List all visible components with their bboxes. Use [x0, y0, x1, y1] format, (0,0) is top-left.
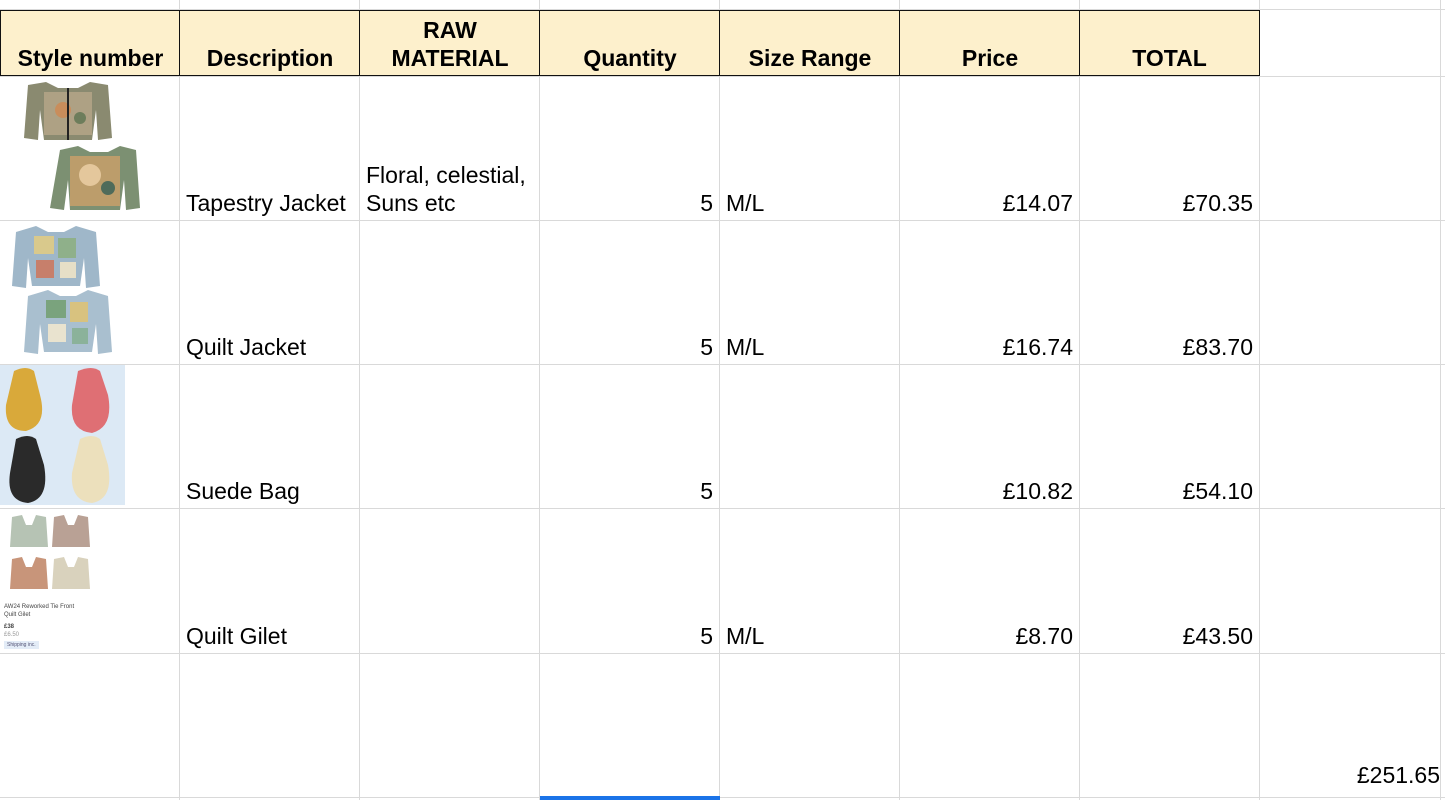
quantity-text: 5 [700, 623, 713, 649]
total-text: £70.35 [1182, 190, 1253, 216]
grid-line [1440, 0, 1441, 800]
price-text: £8.70 [1015, 623, 1073, 649]
total-cell[interactable]: £43.50 [1080, 509, 1259, 653]
description-text: Tapestry Jacket [186, 190, 346, 216]
header-style-number[interactable]: Style number [0, 10, 181, 76]
grid-line [1259, 0, 1260, 800]
header-description[interactable]: Description [179, 10, 361, 76]
total-cell[interactable]: £54.10 [1080, 365, 1259, 508]
description-text: Quilt Gilet [186, 623, 287, 649]
header-label: MATERIAL [391, 45, 509, 71]
header-raw-material[interactable]: RAW MATERIAL [359, 10, 541, 76]
quilt-gilet-thumbnail[interactable]: AW24 Reworked Tie Front Quilt Gilet £38 … [4, 513, 114, 651]
grand-total-cell[interactable]: £251.65 [1260, 762, 1440, 789]
price-text: £14.07 [1002, 190, 1073, 216]
header-quantity[interactable]: Quantity [539, 10, 721, 76]
total-cell[interactable]: £70.35 [1080, 77, 1259, 220]
image-badge: Shipping inc. [4, 641, 39, 649]
grid-line [0, 797, 1445, 798]
quantity-text: 5 [700, 334, 713, 360]
grid-line [0, 653, 1445, 654]
description-cell[interactable]: Quilt Gilet [180, 509, 359, 653]
price-cell[interactable]: £10.82 [900, 365, 1079, 508]
size-range-text: M/L [726, 623, 765, 649]
total-cell[interactable]: £83.70 [1080, 221, 1259, 364]
header-label: Price [961, 45, 1019, 71]
selected-cell-indicator [540, 796, 720, 800]
price-text: £16.74 [1002, 334, 1073, 360]
total-text: £43.50 [1182, 623, 1253, 649]
header-label: TOTAL [1132, 45, 1207, 71]
size-range-cell[interactable]: M/L [720, 77, 899, 220]
size-range-text: M/L [726, 334, 765, 360]
quantity-text: 5 [700, 190, 713, 216]
header-label: Size Range [748, 45, 872, 71]
quilt-jacket-thumbnail[interactable] [8, 224, 128, 359]
quantity-cell[interactable]: 5 [540, 509, 719, 653]
description-cell[interactable]: Quilt Jacket [180, 221, 359, 364]
header-label: Description [206, 45, 334, 71]
price-cell[interactable]: £8.70 [900, 509, 1079, 653]
raw-material-cell[interactable] [360, 509, 539, 653]
raw-material-cell[interactable]: Floral, celestial, Suns etc [360, 77, 539, 220]
header-total[interactable]: TOTAL [1079, 10, 1260, 76]
quantity-cell[interactable]: 5 [540, 221, 719, 364]
header-label: Quantity [583, 45, 677, 71]
price-text: £10.82 [1002, 478, 1073, 504]
description-cell[interactable]: Suede Bag [180, 365, 359, 508]
size-range-cell[interactable]: M/L [720, 509, 899, 653]
suede-bag-thumbnail[interactable] [0, 365, 125, 505]
size-range-cell[interactable] [720, 365, 899, 508]
description-cell[interactable]: Tapestry Jacket [180, 77, 359, 220]
total-text: £54.10 [1182, 478, 1253, 504]
description-text: Suede Bag [186, 478, 300, 504]
raw-material-cell[interactable] [360, 221, 539, 364]
quantity-text: 5 [700, 478, 713, 504]
tapestry-jacket-thumbnail[interactable] [8, 80, 148, 215]
raw-material-text: Floral, celestial, [366, 162, 526, 188]
header-label: RAW [423, 17, 477, 43]
image-subprice: £6.50 [4, 632, 20, 638]
raw-material-cell[interactable] [360, 365, 539, 508]
raw-material-text: Suns etc [366, 190, 456, 216]
header-price[interactable]: Price [899, 10, 1081, 76]
image-caption-line: Quilt Gilet [4, 612, 31, 618]
image-caption-line: AW24 Reworked Tie Front [4, 604, 75, 610]
size-range-cell[interactable]: M/L [720, 221, 899, 364]
size-range-text: M/L [726, 190, 765, 216]
quantity-cell[interactable]: 5 [540, 77, 719, 220]
price-cell[interactable]: £16.74 [900, 221, 1079, 364]
quantity-cell[interactable]: 5 [540, 365, 719, 508]
image-caption: AW24 Reworked Tie Front Quilt Gilet £38 … [4, 603, 74, 649]
header-size-range[interactable]: Size Range [719, 10, 901, 76]
total-text: £83.70 [1182, 334, 1253, 360]
image-price: £38 [4, 624, 15, 630]
header-label: Style number [17, 45, 164, 71]
price-cell[interactable]: £14.07 [900, 77, 1079, 220]
description-text: Quilt Jacket [186, 334, 307, 360]
